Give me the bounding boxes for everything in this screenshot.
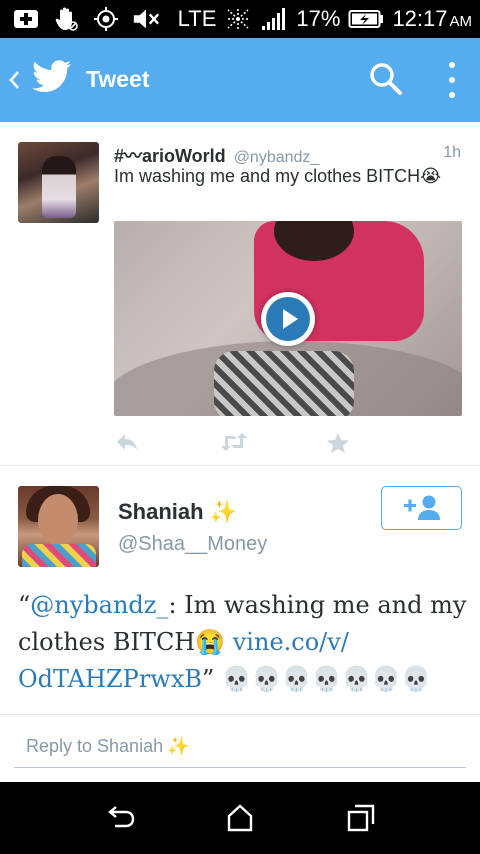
tweet-header: #〰arioWorld @nybandz_ 1h	[114, 142, 464, 166]
follow-button[interactable]	[381, 486, 462, 530]
status-bar: LTE 17% 12:17 AM	[0, 0, 480, 38]
app-bar: Tweet	[0, 38, 480, 122]
hand-icon	[52, 7, 80, 31]
reply-placeholder: Reply to Shaniah	[26, 736, 164, 756]
add-user-icon	[403, 495, 440, 520]
quoted-tweet[interactable]: #〰arioWorld @nybandz_ 1h Im washing me a…	[0, 122, 480, 466]
avatar[interactable]	[18, 486, 99, 567]
mention-link[interactable]: @nybandz_	[30, 591, 168, 619]
user-handle[interactable]: @Shaa__Money	[118, 533, 267, 556]
video-thumbnail[interactable]	[114, 221, 462, 416]
back-chevron-icon[interactable]	[8, 66, 20, 98]
tweet-timestamp: 1h	[443, 144, 461, 161]
favorite-icon[interactable]	[326, 432, 350, 459]
battery-icon	[348, 7, 384, 31]
recent-apps-icon[interactable]	[347, 804, 375, 837]
back-icon[interactable]	[106, 804, 136, 837]
navigation-bar	[0, 782, 480, 854]
avatar[interactable]	[18, 142, 99, 223]
search-icon[interactable]	[369, 62, 403, 101]
home-icon[interactable]	[227, 804, 253, 837]
twitter-bird-icon[interactable]	[32, 60, 72, 99]
more-icon[interactable]	[444, 62, 460, 98]
divider	[0, 714, 480, 715]
reply-input[interactable]: Reply to Shaniah ✨	[14, 726, 466, 768]
sparkles-emoji: ✨	[209, 499, 237, 524]
tweet-body: “@nybandz_: Im washing me and my clothes…	[18, 591, 467, 693]
spacer	[0, 768, 480, 782]
page-title: Tweet	[86, 66, 150, 92]
reply-icon[interactable]	[115, 432, 139, 457]
mute-icon	[132, 7, 160, 31]
clock: 12:17 AM	[392, 6, 472, 31]
user-display-name[interactable]: Shaniah ✨	[118, 499, 237, 525]
sparkles-emoji: ✨	[167, 736, 190, 756]
signal-icon	[260, 7, 288, 31]
gps-icon	[92, 7, 120, 31]
network-type: LTE	[177, 6, 217, 31]
battery-percent: 17%	[296, 6, 341, 31]
data-activity-icon	[224, 7, 252, 31]
add-icon	[12, 7, 40, 31]
retweet-icon[interactable]	[219, 432, 249, 457]
play-icon[interactable]	[261, 292, 315, 346]
tweet-text: Im washing me and my clothes BITCH😭	[114, 166, 442, 186]
